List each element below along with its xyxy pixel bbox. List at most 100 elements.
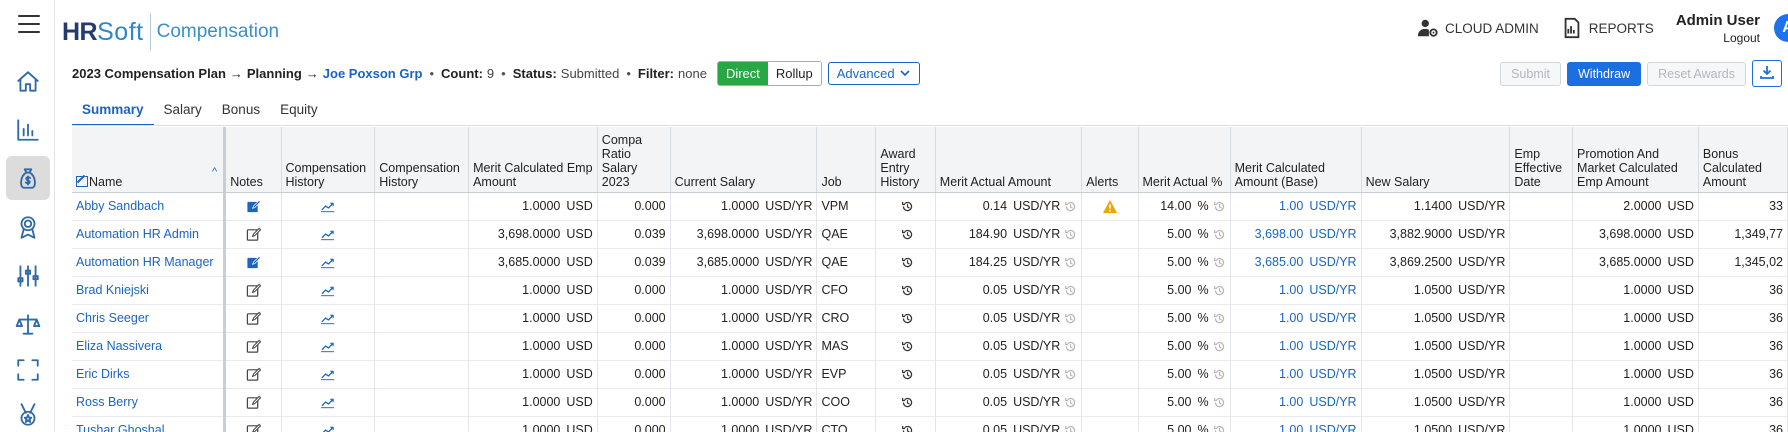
comp-history-cell[interactable] (281, 332, 376, 361)
merit-actual-pct-cell[interactable]: 5.00% (1138, 388, 1231, 417)
withdraw-button[interactable]: Withdraw (1567, 61, 1642, 86)
merit-actual-amount-cell[interactable]: 0.05 USD/YR (935, 416, 1083, 432)
merit-actual-amount-cell[interactable]: 0.05 USD/YR (935, 304, 1083, 333)
merit-calc-base-cell[interactable]: 1.00 USD/YR (1230, 360, 1362, 389)
col-compa-ratio[interactable]: Compa Ratio Salary 2023 (597, 127, 671, 193)
merit-base-value[interactable]: 1.00 (1279, 339, 1303, 353)
employee-name-link[interactable]: Automation HR Admin (72, 220, 227, 249)
table-row[interactable]: Automation HR Manager 3,685.0000 USD 0.039 3… (72, 248, 1788, 277)
logout-link[interactable]: Logout (1723, 31, 1760, 45)
user-menu[interactable]: Admin User Logout (1676, 12, 1760, 45)
reports-link[interactable]: REPORTS (1561, 17, 1654, 39)
employee-name-link[interactable]: Tushar Ghoshal (72, 416, 227, 432)
download-button[interactable] (1752, 60, 1782, 87)
col-bonus-calc[interactable]: Bonus Calculated Amount (1698, 127, 1788, 193)
merit-calc-base-cell[interactable]: 1.00 USD/YR (1230, 304, 1362, 333)
merit-actual-amount-cell[interactable]: 0.05 USD/YR (935, 276, 1083, 305)
notes-cell[interactable] (224, 192, 282, 221)
money-bag-icon[interactable] (6, 156, 50, 200)
merit-calc-base-cell[interactable]: 1.00 USD/YR (1230, 192, 1362, 221)
notes-cell[interactable] (224, 332, 282, 361)
col-new-salary[interactable]: New Salary (1361, 127, 1511, 193)
comp-history-cell[interactable] (281, 360, 376, 389)
medal-icon[interactable] (6, 393, 50, 432)
notes-cell[interactable] (224, 388, 282, 417)
merit-calc-base-cell[interactable]: 1.00 USD/YR (1230, 416, 1362, 432)
award-entry-history-cell[interactable] (875, 304, 936, 333)
table-row[interactable]: Chris Seeger 1.0000 USD 0.000 1.0000 USD/YR CR… (72, 304, 1788, 333)
merit-actual-pct-cell[interactable]: 5.00% (1138, 248, 1231, 277)
award-entry-history-cell[interactable] (875, 192, 936, 221)
cloud-admin-link[interactable]: CLOUD ADMIN (1417, 17, 1539, 39)
merit-actual-pct-cell[interactable]: 5.00% (1138, 220, 1231, 249)
hamburger-menu-icon[interactable] (18, 15, 40, 33)
merit-actual-pct-cell[interactable]: 5.00% (1138, 360, 1231, 389)
col-notes[interactable]: Notes (224, 127, 282, 193)
bar-chart-icon[interactable] (6, 108, 50, 152)
award-ribbon-icon[interactable] (6, 205, 50, 249)
col-comp-history-2[interactable]: Compensation History (374, 127, 470, 193)
col-current-salary[interactable]: Current Salary (670, 127, 818, 193)
table-row[interactable]: Abby Sandbach 1.0000 USD 0.000 1.0000 USD/YR V… (72, 192, 1788, 221)
merit-base-value[interactable]: 1.00 (1279, 367, 1303, 381)
tab-bonus[interactable]: Bonus (212, 98, 270, 126)
table-row[interactable]: Eliza Nassivera 1.0000 USD 0.000 1.0000 USD/Y… (72, 332, 1788, 361)
tab-summary[interactable]: Summary (72, 98, 154, 126)
comp-history-cell[interactable] (281, 388, 376, 417)
employee-name-link[interactable]: Automation HR Manager (72, 248, 227, 277)
employee-name-link[interactable]: Eric Dirks (72, 360, 227, 389)
merit-base-value[interactable]: 3,685.00 (1255, 255, 1304, 269)
employee-name-link[interactable]: Abby Sandbach (72, 192, 227, 221)
warning-icon[interactable] (1102, 199, 1118, 214)
merit-base-value[interactable]: 1.00 (1279, 395, 1303, 409)
merit-base-value[interactable]: 1.00 (1279, 283, 1303, 297)
merit-actual-amount-cell[interactable]: 0.05 USD/YR (935, 388, 1083, 417)
award-entry-history-cell[interactable] (875, 276, 936, 305)
table-row[interactable]: Ross Berry 1.0000 USD 0.000 1.0000 USD/YR COO 0… (72, 388, 1788, 417)
breadcrumb-planning[interactable]: Planning (247, 66, 302, 81)
comp-history-cell[interactable] (281, 192, 376, 221)
table-row[interactable]: Brad Kniejski 1.0000 USD 0.000 1.0000 USD/YR C… (72, 276, 1788, 305)
employee-name-link[interactable]: Eliza Nassivera (72, 332, 227, 361)
table-row[interactable]: Eric Dirks 1.0000 USD 0.000 1.0000 USD/YR EVP 0… (72, 360, 1788, 389)
notes-cell[interactable] (224, 220, 282, 249)
merit-calc-base-cell[interactable]: 1.00 USD/YR (1230, 388, 1362, 417)
home-icon[interactable] (6, 60, 50, 104)
employee-name-link[interactable]: Brad Kniejski (72, 276, 227, 305)
comp-history-cell[interactable] (281, 304, 376, 333)
merit-actual-pct-cell[interactable]: 5.00% (1138, 416, 1231, 432)
hrsoft-logo[interactable]: HR Soft Compensation (62, 12, 279, 52)
merit-calc-base-cell[interactable]: 1.00 USD/YR (1230, 276, 1362, 305)
edit-column-icon[interactable] (76, 174, 88, 187)
merit-base-value[interactable]: 1.00 (1279, 311, 1303, 325)
award-entry-history-cell[interactable] (875, 332, 936, 361)
scales-icon[interactable] (6, 303, 50, 347)
tab-salary[interactable]: Salary (154, 98, 212, 126)
comp-history-cell[interactable] (281, 248, 376, 277)
merit-actual-amount-cell[interactable]: 184.90 USD/YR (935, 220, 1083, 249)
merit-actual-amount-cell[interactable]: 184.25 USD/YR (935, 248, 1083, 277)
col-job[interactable]: Job (816, 127, 877, 193)
advanced-dropdown[interactable]: Advanced (827, 61, 920, 85)
submit-button[interactable]: Submit (1500, 61, 1561, 86)
col-name[interactable]: ^ Name (72, 127, 227, 193)
rollup-toggle[interactable]: Rollup (767, 61, 821, 85)
direct-toggle[interactable]: Direct (717, 61, 768, 85)
col-award-entry-history[interactable]: Award Entry History (875, 127, 936, 193)
breadcrumb-group[interactable]: Joe Poxson Grp (323, 66, 423, 81)
tab-equity[interactable]: Equity (270, 98, 328, 126)
table-row[interactable]: Automation HR Admin 3,698.0000 USD 0.039 3,6… (72, 220, 1788, 249)
merit-actual-amount-cell[interactable]: 0.05 USD/YR (935, 360, 1083, 389)
table-row[interactable]: Tushar Ghoshal 1.0000 USD 0.000 1.0000 USD/YR… (72, 416, 1788, 432)
col-comp-history[interactable]: Compensation History (281, 127, 376, 193)
award-entry-history-cell[interactable] (875, 248, 936, 277)
merit-actual-pct-cell[interactable]: 14.00% (1138, 192, 1231, 221)
col-alerts[interactable]: Alerts (1081, 127, 1139, 193)
merit-base-value[interactable]: 1.00 (1279, 423, 1303, 432)
sort-up-icon[interactable]: ^ (212, 165, 217, 179)
comp-history-cell[interactable] (281, 276, 376, 305)
merit-actual-pct-cell[interactable]: 5.00% (1138, 276, 1231, 305)
merit-base-value[interactable]: 1.00 (1279, 199, 1303, 213)
employee-name-link[interactable]: Chris Seeger (72, 304, 227, 333)
col-emp-effective-date[interactable]: Emp Effective Date (1509, 127, 1574, 193)
